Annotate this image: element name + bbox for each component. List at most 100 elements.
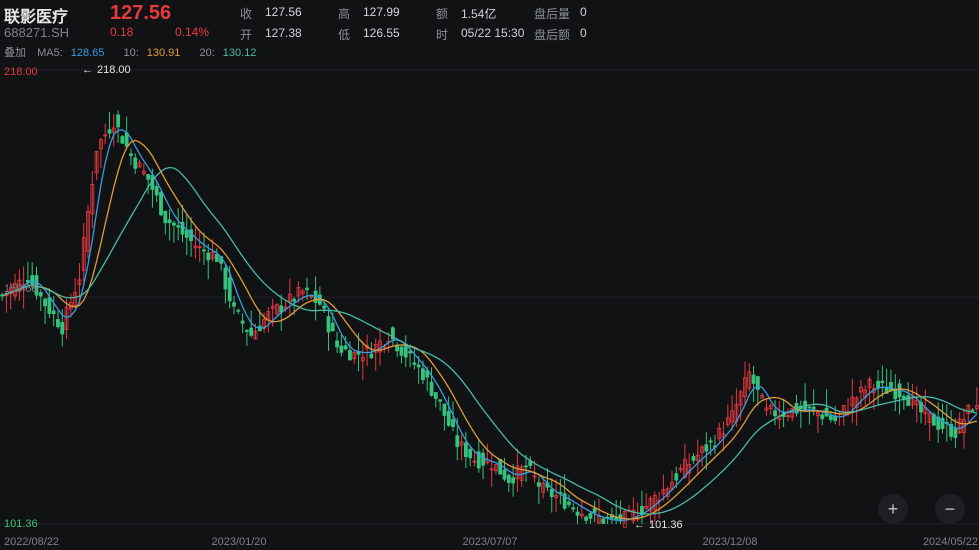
candle-body: [592, 508, 597, 513]
candle-body: [107, 129, 112, 134]
candle-body: [438, 399, 443, 402]
candle-body: [524, 465, 528, 468]
stock-name: 联影医疗: [4, 9, 69, 26]
minus-icon: −: [944, 499, 956, 519]
candle-body: [408, 351, 412, 354]
candle-body: [326, 316, 331, 333]
candle-body: [322, 305, 327, 309]
candle-body: [421, 368, 425, 381]
x-tick-label: 2024/05/22: [923, 536, 978, 548]
ma10-line: [1, 139, 978, 520]
candle-body: [906, 395, 911, 406]
candle-body: [154, 186, 159, 196]
candle-body: [498, 458, 503, 475]
candle-body: [223, 267, 228, 290]
candle-body: [176, 225, 181, 228]
chart-grid: [0, 69, 979, 525]
candle-body: [249, 327, 254, 336]
candles: [0, 110, 979, 528]
candle-body: [292, 298, 297, 302]
quote-low-label: 低: [338, 28, 351, 42]
candle-body: [468, 449, 473, 459]
candle-body: [163, 210, 168, 224]
candle-body: [704, 444, 709, 452]
zoom-in-button[interactable]: +: [878, 494, 908, 524]
candle-body: [584, 516, 589, 521]
candle-body: [412, 362, 417, 365]
ma-legend: 叠加 MA5: 128.65 10: 130.91 20: 130.12: [4, 44, 272, 60]
overlay-button[interactable]: 叠加: [4, 47, 26, 59]
candle-body: [38, 292, 43, 297]
quote-amount-value: 1.54亿: [461, 7, 497, 21]
quote-after-amount-value: 0: [580, 26, 587, 40]
candle-body: [807, 406, 812, 409]
candle-body: [339, 345, 344, 353]
candle-body: [433, 392, 438, 399]
candle-body: [820, 414, 825, 420]
candle-body: [343, 345, 348, 350]
candle-body: [601, 518, 606, 524]
candle-body: [588, 513, 593, 519]
ma20-value: 130.12: [222, 47, 257, 59]
price-change: 0.18: [110, 25, 134, 39]
candle-body: [120, 136, 125, 144]
candle-body: [416, 364, 421, 368]
candle-body: [442, 403, 447, 416]
quote-after-volume-label: 盘后量: [534, 7, 571, 21]
quote-amount-label: 额: [436, 7, 449, 21]
candle-body: [876, 380, 880, 388]
ma5-legend: MA5: 128.65: [37, 47, 105, 59]
quote-close-value: 127.56: [265, 5, 302, 19]
candle-body: [214, 254, 219, 262]
high-marker: ← 218.00: [82, 64, 131, 76]
candle-body: [455, 435, 460, 448]
candle-body: [691, 456, 696, 461]
quote-after-volume-value: 0: [580, 5, 587, 19]
candle-body: [506, 474, 511, 483]
candle-body: [463, 442, 468, 457]
x-tick-label: 2022/08/22: [4, 536, 59, 548]
candle-body: [330, 322, 335, 332]
candle-body: [47, 297, 52, 314]
quote-time-label: 时: [436, 28, 449, 42]
candle-body: [244, 329, 249, 332]
candle-body: [206, 252, 211, 261]
quote-open-value: 127.38: [265, 26, 302, 40]
ma20-line: [1, 166, 978, 515]
y-min-label: 101.36: [4, 518, 38, 530]
candle-body: [124, 132, 129, 147]
candle-body: [167, 219, 172, 224]
svg-text:←: ←: [634, 519, 645, 531]
candle-body: [811, 406, 816, 410]
quote-time-value: 05/22 15:30: [461, 26, 525, 40]
last-price: 127.56: [110, 2, 172, 24]
candle-body: [953, 428, 958, 438]
candle-body: [571, 507, 576, 510]
candle-body: [575, 511, 580, 516]
low-marker-value: 101.36: [649, 519, 683, 531]
ma20-legend: 20: 130.12: [199, 47, 257, 59]
candle-body: [236, 309, 241, 312]
zoom-out-button[interactable]: −: [935, 494, 965, 524]
candle-body: [511, 477, 516, 484]
candle-body: [335, 340, 339, 348]
candle-body: [116, 114, 120, 128]
price-change-percent: 0.14%: [175, 25, 210, 39]
candle-body: [399, 346, 404, 356]
candle-body: [171, 222, 176, 226]
stock-code: 688271.SH: [4, 25, 70, 40]
candle-body: [56, 319, 60, 328]
candle-body: [828, 415, 833, 421]
low-marker: ← 101.36: [634, 519, 683, 531]
candle-body: [502, 469, 507, 480]
candle-body: [429, 381, 434, 396]
candle-body: [451, 419, 455, 428]
kline-chart[interactable]: 218.00 159.68 101.36 ← 218.00 ← 101.36 2…: [0, 62, 979, 550]
quote-open-label: 开: [240, 28, 253, 42]
candle-body: [60, 322, 65, 335]
candle-body: [348, 350, 352, 361]
candle-body: [232, 302, 236, 307]
candle-body: [305, 287, 309, 291]
candle-body: [240, 320, 245, 324]
candle-body: [614, 517, 619, 520]
